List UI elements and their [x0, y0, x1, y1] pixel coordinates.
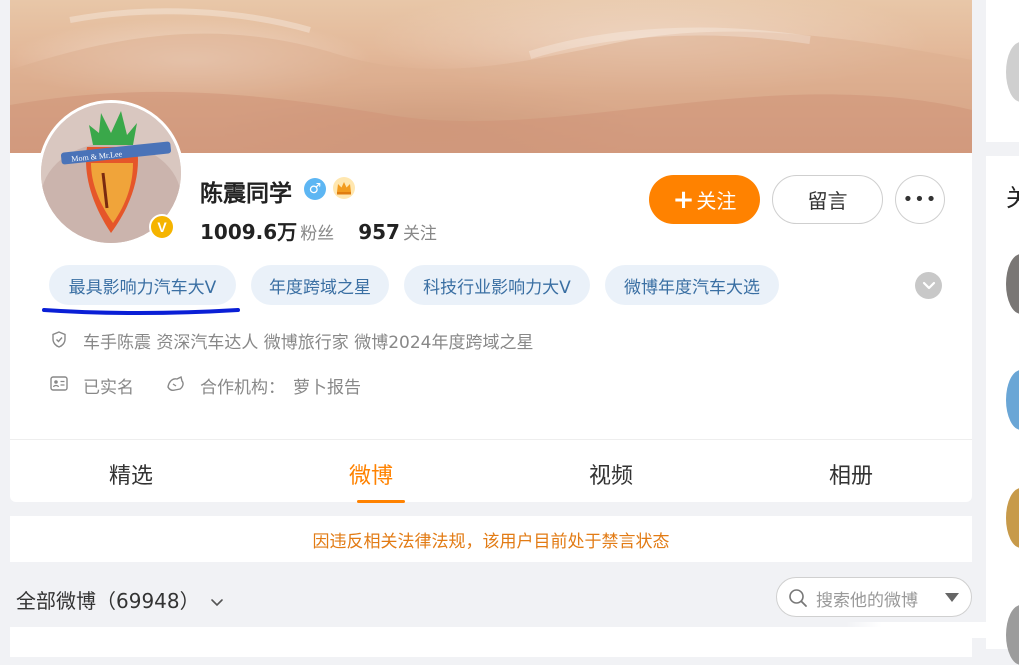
- plus-icon: +: [672, 184, 695, 215]
- followers-label: 粉丝: [300, 224, 335, 244]
- tag-item[interactable]: 微博年度汽车大选: [605, 265, 779, 305]
- chevron-down-icon: [211, 598, 223, 606]
- profile-description: 车手陈震 资深汽车达人 微博旅行家 微博2024年度跨域之星: [83, 333, 534, 353]
- crown-icon: [332, 176, 356, 200]
- follow-button[interactable]: + 关注: [649, 175, 760, 224]
- search-weibo-input[interactable]: 搜索他的微博: [776, 577, 972, 617]
- following-count[interactable]: 957: [358, 220, 400, 244]
- verified-badge: V: [149, 214, 175, 240]
- message-button[interactable]: 留言: [772, 175, 883, 224]
- all-weibo-label: 全部微博（69948）: [16, 589, 200, 613]
- chevron-down-icon: [922, 281, 935, 289]
- search-icon: [789, 589, 807, 607]
- profile-card: [10, 0, 972, 502]
- expand-tags-button[interactable]: [915, 272, 942, 299]
- tab-album[interactable]: 相册: [829, 458, 873, 490]
- partner-info: 合作机构： 萝卜报告: [200, 373, 361, 398]
- follow-stats: 1009.6万 粉丝 957 关注: [200, 216, 437, 245]
- partner-name[interactable]: 萝卜报告: [293, 378, 361, 398]
- following-label: 关注: [402, 224, 437, 244]
- right-sidebar-heading: 关: [1006, 184, 1019, 212]
- annotation-underline: [42, 308, 240, 315]
- gender-icon: ♂: [304, 178, 326, 200]
- partner-label: 合作机构：: [200, 378, 285, 398]
- id-card-icon: [50, 376, 68, 391]
- tag-item[interactable]: 科技行业影响力大V: [404, 265, 590, 305]
- feed-card: [10, 627, 972, 657]
- active-tab-indicator: [357, 500, 405, 503]
- search-dropdown-caret[interactable]: [945, 593, 959, 602]
- follow-label: 关注: [696, 189, 737, 213]
- ban-notice: 因违反相关法律法规，该用户目前处于禁言状态: [10, 516, 972, 562]
- profile-name: 陈震同学: [200, 181, 292, 207]
- search-placeholder: 搜索他的微博: [816, 591, 918, 611]
- tag-item[interactable]: 年度跨域之星: [251, 265, 389, 305]
- all-weibo-filter[interactable]: 全部微博（69948）: [16, 585, 224, 614]
- shield-icon: [52, 331, 66, 348]
- followers-count[interactable]: 1009.6万: [200, 220, 297, 244]
- real-name-status: 已实名: [83, 378, 134, 398]
- tab-weibo[interactable]: 微博: [349, 458, 393, 490]
- tab-featured[interactable]: 精选: [109, 458, 153, 490]
- tag-item[interactable]: 最具影响力汽车大V: [49, 265, 236, 305]
- tab-video[interactable]: 视频: [589, 458, 633, 490]
- profile-tabs: 精选 微博 视频 相册: [10, 439, 972, 503]
- partner-icon: [167, 375, 184, 391]
- more-button[interactable]: •••: [895, 175, 945, 224]
